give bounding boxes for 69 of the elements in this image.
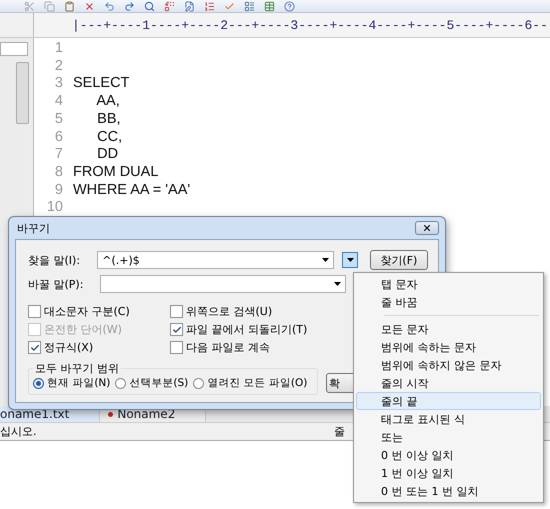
help-icon[interactable] (284, 0, 295, 12)
find-field[interactable]: ^(.+)$ (97, 251, 334, 269)
dialog-title: 바꾸기 (17, 220, 50, 236)
line-number: 3 (54, 75, 63, 94)
undo-icon[interactable] (104, 0, 115, 12)
scope-radio[interactable]: 선택부분(S) (115, 376, 188, 390)
scissors-icon[interactable] (24, 0, 35, 12)
menu-item[interactable]: 범위에 속하지 않은 문자 (356, 356, 541, 374)
menu-item[interactable]: 태그로 표시된 식 (356, 410, 541, 428)
delete-icon[interactable] (84, 0, 95, 12)
menu-item[interactable]: 0 번 또는 1 번 일치 (356, 482, 541, 500)
menu-item[interactable]: 줄의 끝 (356, 392, 541, 410)
line-number: 7 (54, 146, 63, 164)
caret-icon (334, 282, 341, 286)
menu-item[interactable]: 모든 문자 (356, 320, 541, 338)
list-icon[interactable] (204, 0, 215, 12)
menu-item[interactable]: 범위에 속하는 문자 (356, 338, 541, 356)
search-icon[interactable] (144, 0, 155, 12)
modified-dot-icon (108, 412, 114, 416)
menu-item[interactable]: 0 번 이상 일치 (356, 446, 541, 464)
code-line: WHERE AA = 'AA' (73, 182, 190, 200)
menu-item[interactable]: 또는 (356, 428, 541, 446)
clipboard-icon[interactable] (64, 0, 75, 12)
replace-label: 바꿀 말(P): (28, 276, 84, 292)
status-message: 십시오. (0, 424, 36, 439)
code-line: CC, (96, 128, 122, 146)
line-number: 1 (54, 40, 63, 58)
line-number: 9 (54, 182, 63, 200)
line-number: 10 (46, 199, 63, 218)
table-icon[interactable] (264, 0, 275, 12)
scrollbar[interactable] (16, 62, 29, 124)
scope-radio[interactable]: 열려진 모든 파일(O) (193, 376, 308, 390)
caret-icon (322, 258, 330, 262)
code-line: DD (96, 146, 118, 164)
option-checkbox[interactable]: 다음 파일로 계속 (170, 340, 350, 355)
check-icon (172, 324, 182, 334)
code-line: BB, (96, 110, 121, 129)
code-line: FROM DUAL (73, 164, 158, 182)
scope-radio[interactable]: 현재 파일(N) (33, 376, 110, 390)
replace-field[interactable] (100, 275, 346, 293)
line-number: 2 (54, 58, 63, 76)
line-number: 8 (54, 164, 63, 182)
cursor-position: 줄 (334, 424, 345, 439)
find-label: 찾을 말(I): (28, 252, 82, 268)
redo-icon[interactable] (124, 0, 135, 12)
check-icon[interactable] (224, 0, 235, 12)
find-button[interactable]: 찾기(F) (370, 250, 428, 270)
caret-icon (346, 258, 354, 262)
code-line: AA, (95, 93, 120, 111)
code-line: SELECT (73, 75, 130, 94)
menu-item[interactable]: 탭 문자 (356, 275, 541, 293)
option-checkbox[interactable]: 정규식(X) (28, 340, 170, 355)
close-icon (422, 223, 432, 233)
ruler: |---+----1----+----2---+----3----+----4----+----5----+----6-- (34, 13, 550, 37)
option-checkbox[interactable]: 대소문자 구분(C) (28, 304, 170, 319)
regex-menu-button[interactable] (342, 252, 358, 268)
line-number: 4 (54, 93, 63, 111)
menu-item[interactable]: 1 번 이상 일치 (356, 464, 541, 482)
close-button[interactable] (415, 221, 439, 235)
option-checkbox[interactable]: 위쪽으로 검색(U) (170, 304, 350, 319)
line-number: 5 (54, 110, 63, 129)
option-checkbox[interactable]: 파일 끝에서 되돌리기(T) (170, 322, 350, 337)
document-edit-icon[interactable] (184, 0, 195, 12)
panel-field[interactable] (0, 42, 28, 56)
check-icon (30, 342, 40, 352)
group-title: 모두 바꾸기 범위 (34, 361, 120, 376)
copy-icon[interactable] (44, 0, 55, 12)
menu-item[interactable]: 줄 바꿈 (356, 293, 541, 311)
line-number: 6 (54, 128, 63, 146)
